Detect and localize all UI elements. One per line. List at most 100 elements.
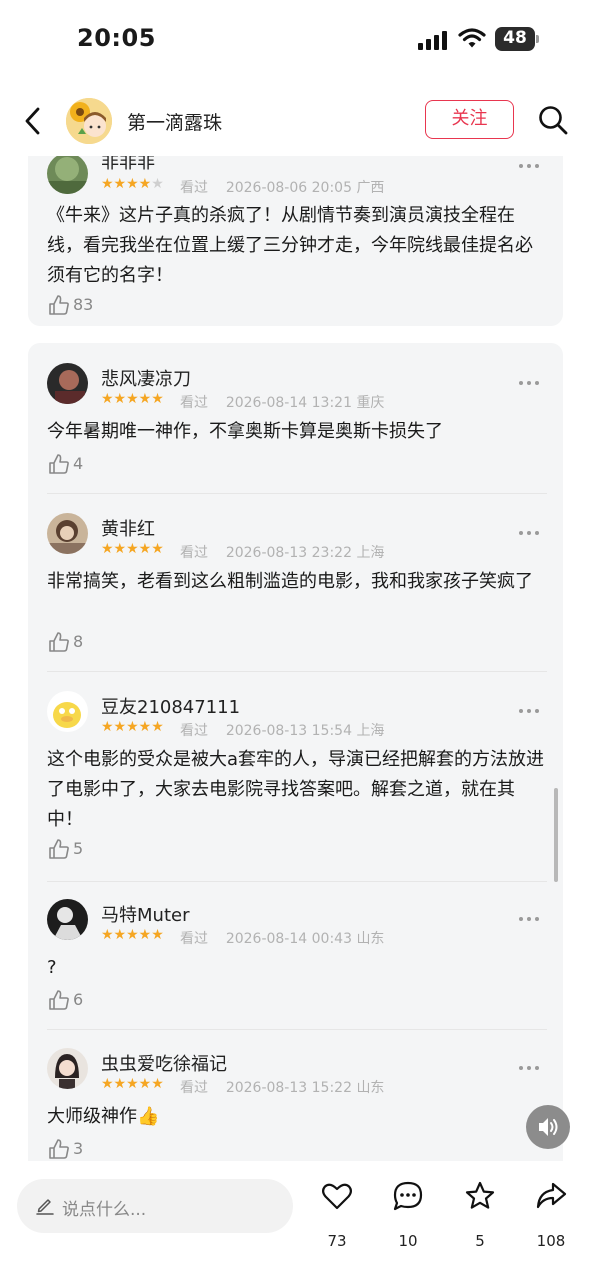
- comment-region: 上海: [356, 545, 385, 561]
- rating-stars: ★★★★★: [101, 541, 164, 557]
- comment-meta: 看过 2026-08-13 23:22 上海: [180, 542, 384, 562]
- comment-date: 2026-08-14 00:43: [225, 931, 352, 947]
- heart-icon: [322, 1183, 352, 1210]
- comment-meta: 看过 2026-08-13 15:22 山东: [180, 1077, 384, 1097]
- commenter-avatar[interactable]: [47, 513, 88, 554]
- commenter-name[interactable]: 黄非红: [101, 515, 155, 541]
- header: 第一滴露珠 关注: [0, 88, 590, 154]
- follow-button[interactable]: 关注: [425, 100, 514, 139]
- thumbs-up-icon: [49, 632, 69, 652]
- commenter-name[interactable]: 马特Muter: [101, 901, 189, 927]
- comment-meta: 看过 2026-08-14 00:43 山东: [180, 928, 384, 948]
- more-icon[interactable]: [519, 1066, 543, 1072]
- comment-text: 今年暑期唯一神作，不拿奥斯卡算是奥斯卡损失了: [47, 421, 443, 442]
- commenter-name[interactable]: 非非非: [101, 156, 155, 174]
- comment-total: 10: [398, 1232, 418, 1250]
- comment-region: 上海: [356, 723, 385, 739]
- speaker-icon: [539, 1118, 558, 1136]
- divider: [47, 881, 547, 882]
- commenter-avatar[interactable]: [47, 899, 88, 940]
- favorite-action[interactable]: 5: [450, 1180, 510, 1250]
- watched-label: 看过: [180, 395, 208, 411]
- author-name[interactable]: 第一滴露珠: [127, 108, 222, 135]
- comment-meta: 看过 2026-08-13 15:54 上海: [180, 720, 384, 740]
- comment-text: 这个电影的受众是被大a套牢的人，导演已经把解套的方法放进了电影中了，大家去电影院…: [47, 749, 545, 830]
- share-icon: [536, 1182, 567, 1209]
- like-action[interactable]: 73: [307, 1180, 367, 1250]
- comment-region: 重庆: [356, 395, 385, 411]
- divider: [47, 493, 547, 494]
- comment-region: 山东: [356, 1080, 385, 1096]
- thumbs-up-icon: [49, 990, 69, 1010]
- more-icon[interactable]: [519, 917, 543, 923]
- share-total: 108: [536, 1232, 566, 1250]
- battery-icon: 48: [495, 27, 539, 51]
- watched-label: 看过: [180, 931, 208, 947]
- rating-stars: ★★★★★: [101, 719, 164, 735]
- more-icon[interactable]: [519, 164, 543, 170]
- divider: [47, 1029, 547, 1030]
- comment-card: 悲风凄凉刀 ★★★★★ 看过 2026-08-14 13:21 重庆 今年暑期唯…: [28, 343, 563, 1161]
- sound-button[interactable]: [526, 1105, 570, 1149]
- commenter-name[interactable]: 虫虫爱吃徐福记: [101, 1050, 227, 1076]
- watched-label: 看过: [180, 723, 208, 739]
- comment-region: 山东: [356, 931, 385, 947]
- pen-icon: [36, 1199, 54, 1215]
- commenter-name[interactable]: 豆友210847111: [101, 693, 240, 719]
- thumbs-up-icon: [49, 454, 69, 474]
- comment-date: 2026-08-13 15:22: [225, 1080, 352, 1096]
- comment-card: 非非非 ★★★★★ 看过 2026-08-06 20:05 广西 《牛来》这片子…: [28, 156, 563, 326]
- comment-text: ?: [47, 957, 57, 978]
- watched-label: 看过: [180, 1080, 208, 1096]
- commenter-avatar[interactable]: [47, 1048, 88, 1089]
- wifi-icon: [458, 28, 486, 48]
- like-total: 73: [327, 1232, 347, 1250]
- like-count: 5: [73, 839, 84, 858]
- comment-region: 广西: [356, 180, 385, 196]
- thumbs-up-icon: [49, 839, 69, 859]
- share-action[interactable]: 108: [521, 1180, 581, 1250]
- rating-stars: ★★★★★: [101, 176, 164, 192]
- scrollbar[interactable]: [554, 788, 558, 882]
- status-time: 20:05: [77, 24, 156, 52]
- input-placeholder: 说点什么...: [62, 1200, 147, 1220]
- comment-text: 《牛来》这片子真的杀疯了！从剧情节奏到演员演技全程在线，看完我坐在位置上缓了三分…: [47, 205, 533, 286]
- comment-input[interactable]: 说点什么...: [17, 1179, 293, 1233]
- bottom-bar: 说点什么... 73 10 5 108: [0, 1162, 590, 1280]
- comment-bubble-icon: [393, 1181, 423, 1211]
- star-icon: [465, 1181, 495, 1209]
- like-count: 4: [73, 454, 84, 473]
- thumbs-up-icon: [49, 1139, 69, 1159]
- comment-text: 非常搞笑，老看到这么粗制滥造的电影，我和我家孩子笑疯了: [47, 571, 533, 592]
- comment-meta: 看过 2026-08-06 20:05 广西: [180, 177, 384, 197]
- comment-date: 2026-08-14 13:21: [225, 395, 352, 411]
- comment-date: 2026-08-06 20:05: [225, 180, 352, 196]
- commenter-name[interactable]: 悲风凄凉刀: [101, 365, 191, 391]
- battery-level: 48: [503, 28, 527, 48]
- watched-label: 看过: [180, 545, 208, 561]
- like-count: 3: [73, 1139, 84, 1158]
- more-icon[interactable]: [519, 381, 543, 387]
- like-count: 8: [73, 632, 84, 651]
- status-bar: 20:05 48: [0, 0, 590, 80]
- comment-action[interactable]: 10: [378, 1180, 438, 1250]
- back-icon[interactable]: [20, 104, 46, 138]
- comment-date: 2026-08-13 23:22: [225, 545, 352, 561]
- search-icon[interactable]: [537, 104, 569, 136]
- rating-stars: ★★★★★: [101, 1076, 164, 1092]
- comment-date: 2026-08-13 15:54: [225, 723, 352, 739]
- comment-meta: 看过 2026-08-14 13:21 重庆: [180, 392, 384, 412]
- divider: [47, 671, 547, 672]
- more-icon[interactable]: [519, 709, 543, 715]
- watched-label: 看过: [180, 180, 208, 196]
- favorite-total: 5: [475, 1232, 485, 1250]
- commenter-avatar[interactable]: [47, 156, 88, 194]
- comment-text: 大师级神作👍: [47, 1106, 160, 1127]
- thumbs-up-icon: [49, 295, 69, 315]
- more-icon[interactable]: [519, 531, 543, 537]
- like-count: 6: [73, 990, 84, 1009]
- rating-stars: ★★★★★: [101, 927, 164, 943]
- header-avatar[interactable]: [66, 98, 112, 144]
- commenter-avatar[interactable]: [47, 691, 88, 732]
- commenter-avatar[interactable]: [47, 363, 88, 404]
